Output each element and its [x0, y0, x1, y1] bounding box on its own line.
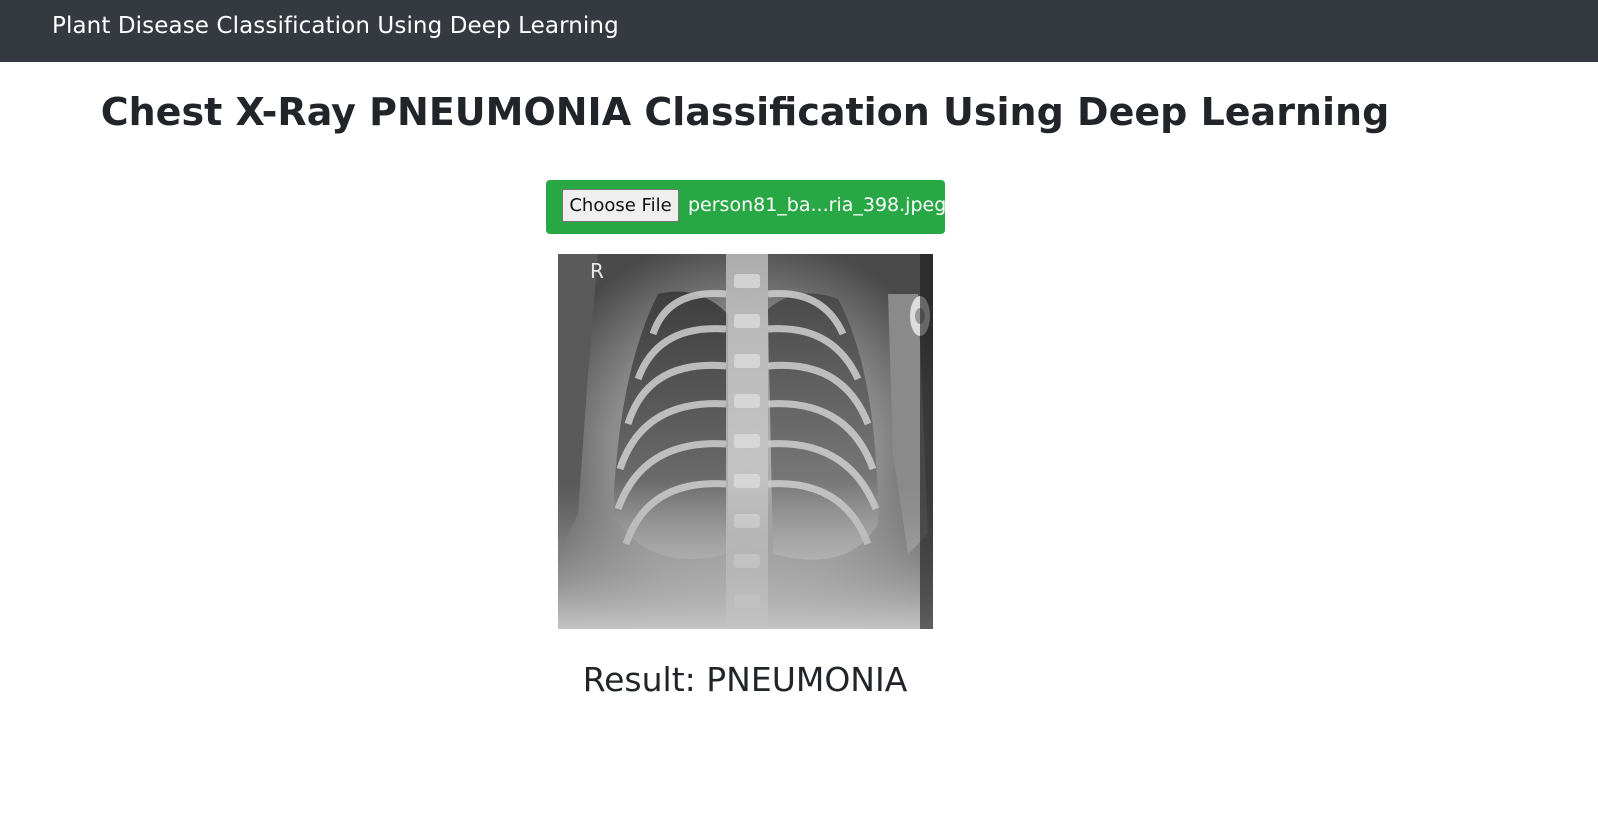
xray-preview-image: R	[558, 254, 933, 629]
xray-image-graphic: R	[558, 254, 933, 629]
result-text: Result: PNEUMONIA	[582, 660, 908, 699]
choose-file-button[interactable]: Choose File	[562, 189, 679, 222]
selected-file-name: person81_ba...ria_398.jpeg	[688, 194, 947, 216]
page-title: Chest X-Ray PNEUMONIA Classification Usi…	[100, 90, 1390, 134]
xray-marker-label: R	[590, 259, 604, 283]
navbar-brand[interactable]: Plant Disease Classification Using Deep …	[52, 13, 619, 39]
navbar: Plant Disease Classification Using Deep …	[0, 0, 1598, 62]
file-upload-form: Choose File person81_ba...ria_398.jpeg	[546, 180, 947, 234]
